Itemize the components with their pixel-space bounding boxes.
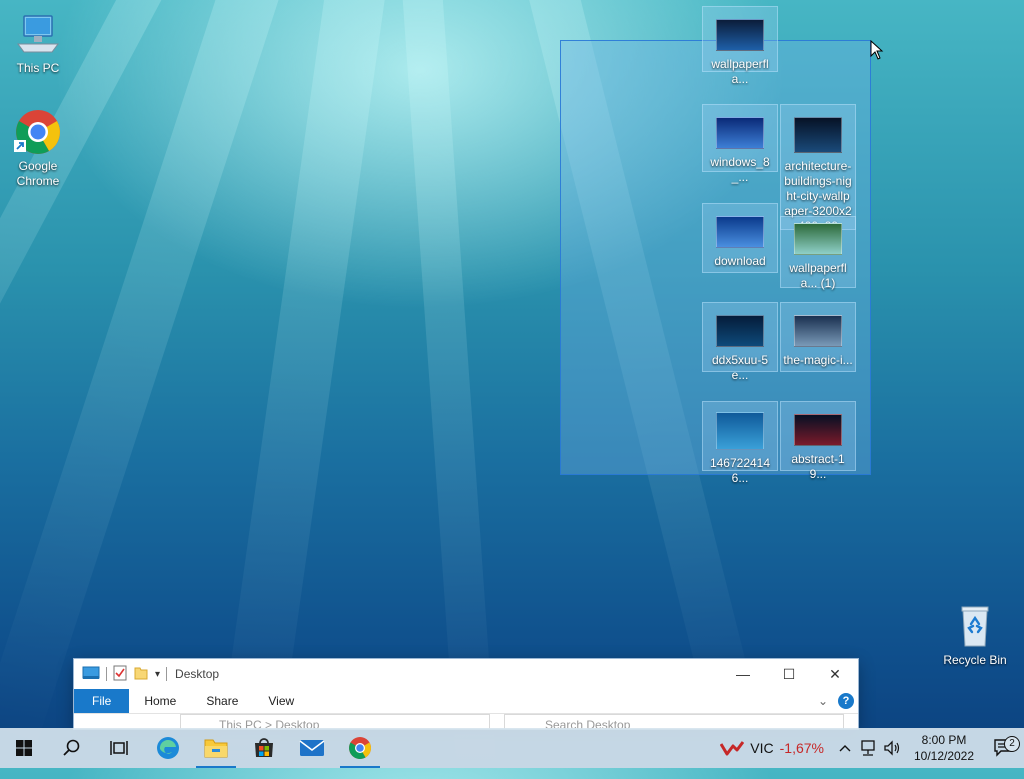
taskbar: VIC -1,67% 8:00 PM 10/12/2022 2: [0, 728, 1024, 768]
desktop-icon-label: Recycle Bin: [943, 653, 1007, 667]
file-label: ddx5xuu-5e...: [711, 353, 769, 382]
stock-symbol: VIC: [750, 740, 774, 756]
desktop-file-7[interactable]: 1467224146...: [702, 401, 778, 485]
taskbar-edge[interactable]: [144, 728, 192, 768]
clock[interactable]: 8:00 PM 10/12/2022: [904, 732, 984, 764]
file-label: the-magic-i...: [783, 353, 853, 367]
system-tray: VIC -1,67% 8:00 PM 10/12/2022 2: [720, 728, 1024, 768]
tab-share[interactable]: Share: [191, 689, 253, 713]
light-ray: [0, 0, 178, 694]
search-button[interactable]: [48, 728, 96, 768]
expand-ribbon-chevron-down-icon[interactable]: ⌄: [818, 694, 828, 708]
image-thumbnail: [794, 414, 842, 446]
desktop-icon-google-chrome[interactable]: Google Chrome: [0, 108, 76, 189]
desktop-file-5[interactable]: ddx5xuu-5e...: [702, 302, 778, 382]
address-bar[interactable]: This PC > Desktop: [180, 714, 490, 729]
stock-widget[interactable]: VIC -1,67%: [720, 740, 824, 756]
image-thumbnail: [794, 223, 842, 255]
search-input[interactable]: Search Desktop: [504, 714, 844, 729]
edge-icon: [157, 737, 179, 759]
window-title: Desktop: [175, 667, 220, 681]
desktop-file-2[interactable]: architecture-buildings-night-city-wallpa…: [780, 104, 856, 233]
file-label: wallpaperfla... (1): [789, 261, 847, 290]
desktop-file-8[interactable]: abstract-19...: [780, 401, 856, 481]
desktop-file-3[interactable]: download: [702, 203, 778, 273]
show-hidden-icons-chevron-up-icon[interactable]: [834, 728, 856, 768]
desktop-icon-this-pc[interactable]: This PC: [0, 10, 76, 76]
maximize-button[interactable]: ☐: [766, 659, 812, 689]
stock-chart-icon: [720, 741, 745, 756]
stock-change: -1,67%: [779, 740, 824, 756]
desktop-file-1[interactable]: windows_8_...: [702, 104, 778, 184]
explorer-app-icon: [82, 666, 100, 683]
task-view-icon: [110, 741, 128, 755]
task-view-button[interactable]: [96, 728, 144, 768]
desktop-icon-recycle-bin[interactable]: Recycle Bin: [937, 602, 1013, 668]
taskbar-chrome[interactable]: [336, 728, 384, 768]
windows-logo-icon: [16, 740, 32, 756]
file-label: abstract-19...: [791, 452, 845, 481]
notification-count-badge: 2: [1004, 736, 1020, 752]
store-icon: [255, 738, 273, 757]
action-center-button[interactable]: 2: [984, 736, 1024, 758]
file-explorer-window[interactable]: ▾ Desktop — ☐ ✕ File Home Share View ⌄ ?…: [74, 659, 858, 729]
image-thumbnail: [716, 117, 764, 149]
image-thumbnail: [716, 412, 764, 450]
volume-icon[interactable]: [880, 728, 904, 768]
file-label: wallpaperfla...: [711, 57, 769, 86]
taskbar-store[interactable]: [240, 728, 288, 768]
desktop-file-0[interactable]: wallpaperfla...: [702, 6, 778, 86]
start-button[interactable]: [0, 728, 48, 768]
desktop-icon-label: Google Chrome: [16, 159, 60, 188]
network-icon[interactable]: [856, 728, 880, 768]
help-icon[interactable]: ?: [838, 693, 854, 709]
image-thumbnail: [716, 216, 764, 248]
tab-view[interactable]: View: [253, 689, 309, 713]
taskbar-mail[interactable]: [288, 728, 336, 768]
tab-home[interactable]: Home: [129, 689, 191, 713]
desktop-file-4[interactable]: wallpaperfla... (1): [780, 216, 856, 290]
file-label: download: [714, 254, 766, 268]
customize-toolbar-chevron-down-icon[interactable]: ▾: [155, 669, 160, 680]
folder-icon: [204, 739, 228, 758]
clock-time: 8:00 PM: [921, 733, 967, 747]
search-icon: [63, 739, 80, 756]
chrome-icon: [349, 737, 371, 759]
recycle-bin-icon: [951, 602, 999, 650]
divider: [166, 667, 168, 681]
computer-icon: [14, 10, 62, 58]
close-button[interactable]: ✕: [812, 659, 858, 689]
desktop-icon-label: This PC: [16, 61, 60, 75]
ribbon-tabs: File Home Share View ⌄ ?: [74, 689, 858, 714]
desktop-file-6[interactable]: the-magic-i...: [780, 302, 856, 372]
image-thumbnail: [716, 315, 764, 347]
image-thumbnail: [716, 19, 764, 51]
minimize-button[interactable]: —: [720, 659, 766, 689]
explorer-titlebar[interactable]: ▾ Desktop — ☐ ✕: [74, 659, 858, 689]
new-folder-icon[interactable]: [133, 665, 149, 684]
divider: [106, 667, 107, 681]
tab-file[interactable]: File: [74, 689, 130, 713]
file-label: 1467224146...: [709, 456, 771, 485]
properties-icon[interactable]: [113, 665, 127, 684]
image-thumbnail: [794, 315, 842, 347]
image-thumbnail: [794, 117, 842, 153]
chrome-icon: [14, 108, 62, 156]
mouse-cursor-icon: [870, 39, 884, 65]
taskbar-file-explorer[interactable]: [192, 728, 240, 768]
file-label: windows_8_...: [710, 155, 770, 184]
mail-icon: [299, 740, 325, 756]
clock-date: 10/12/2022: [913, 749, 975, 763]
